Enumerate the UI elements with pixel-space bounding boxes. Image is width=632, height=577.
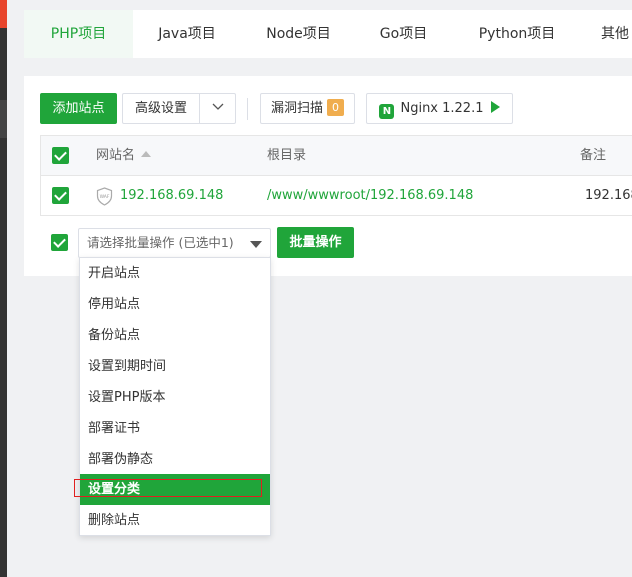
- tab-python[interactable]: Python项目: [451, 10, 583, 58]
- table-row: WAF 192.168.69.148 /www/wwwroot/192.168.…: [41, 176, 632, 216]
- project-tabs: PHP项目 Java项目 Node项目 Go项目 Python项目 其他: [24, 10, 632, 58]
- tab-go[interactable]: Go项目: [356, 10, 451, 58]
- column-header-name[interactable]: 网站名: [96, 136, 152, 176]
- chevron-down-icon: [212, 103, 223, 110]
- menu-item-delete-site[interactable]: 删除站点: [80, 505, 270, 536]
- select-all-checkbox[interactable]: [52, 147, 69, 164]
- menu-item-enable-site[interactable]: 开启站点: [80, 258, 270, 289]
- site-panel: 添加站点 高级设置 漏洞扫描 0 N Nginx 1.22.1 网站名 根目录 备注…: [24, 76, 632, 276]
- nginx-service-button[interactable]: N Nginx 1.22.1: [366, 93, 513, 124]
- play-icon: [490, 101, 500, 113]
- vuln-scan-button[interactable]: 漏洞扫描 0: [260, 93, 355, 124]
- tab-node[interactable]: Node项目: [241, 10, 356, 58]
- sidebar-accent: [0, 0, 7, 28]
- nginx-version-label: Nginx 1.22.1: [400, 101, 484, 116]
- menu-item-deploy-cert[interactable]: 部署证书: [80, 413, 270, 444]
- add-site-button[interactable]: 添加站点: [40, 93, 117, 124]
- menu-item-set-php-version[interactable]: 设置PHP版本: [80, 382, 270, 413]
- svg-text:WAF: WAF: [100, 194, 110, 200]
- advanced-settings-button[interactable]: 高级设置: [122, 93, 200, 124]
- site-root-link[interactable]: /www/wwwroot/192.168.69.148: [267, 176, 473, 216]
- batch-operation-button[interactable]: 批量操作: [277, 227, 354, 258]
- menu-item-set-expiry[interactable]: 设置到期时间: [80, 351, 270, 382]
- nginx-icon: N: [379, 104, 395, 119]
- column-header-note: 备注: [580, 148, 607, 163]
- tab-other[interactable]: 其他: [583, 10, 632, 58]
- site-name-link[interactable]: 192.168.69.148: [120, 176, 223, 216]
- menu-item-deploy-rewrite[interactable]: 部署伪静态: [80, 444, 270, 475]
- left-sidebar-edge: [0, 0, 7, 577]
- tab-php[interactable]: PHP项目: [24, 10, 133, 58]
- column-header-root: 根目录: [267, 148, 307, 163]
- batch-select-placeholder: 请选择批量操作 (已选中1): [87, 235, 234, 250]
- site-table: 网站名 根目录 备注 WAF 192.168.69.148 /www/wwwro…: [40, 135, 632, 216]
- caret-down-icon: [250, 241, 262, 248]
- highlight-box: [74, 479, 262, 497]
- table-header-row: 网站名 根目录 备注: [41, 136, 632, 176]
- tab-java[interactable]: Java项目: [133, 10, 241, 58]
- batch-operation-select[interactable]: 请选择批量操作 (已选中1): [78, 228, 271, 258]
- toolbar-divider: [247, 98, 248, 120]
- menu-item-backup-site[interactable]: 备份站点: [80, 320, 270, 351]
- menu-item-disable-site[interactable]: 停用站点: [80, 289, 270, 320]
- advanced-dropdown-button[interactable]: [199, 93, 236, 124]
- row-checkbox[interactable]: [52, 187, 69, 204]
- vuln-scan-label: 漏洞扫描: [270, 101, 323, 116]
- vuln-count-badge: 0: [327, 99, 344, 116]
- site-note[interactable]: 192.168: [585, 176, 632, 216]
- sidebar-active-item[interactable]: [0, 100, 7, 138]
- waf-shield-icon: WAF: [96, 187, 113, 206]
- batch-select-checkbox[interactable]: [51, 234, 68, 251]
- sort-asc-icon: [141, 151, 152, 157]
